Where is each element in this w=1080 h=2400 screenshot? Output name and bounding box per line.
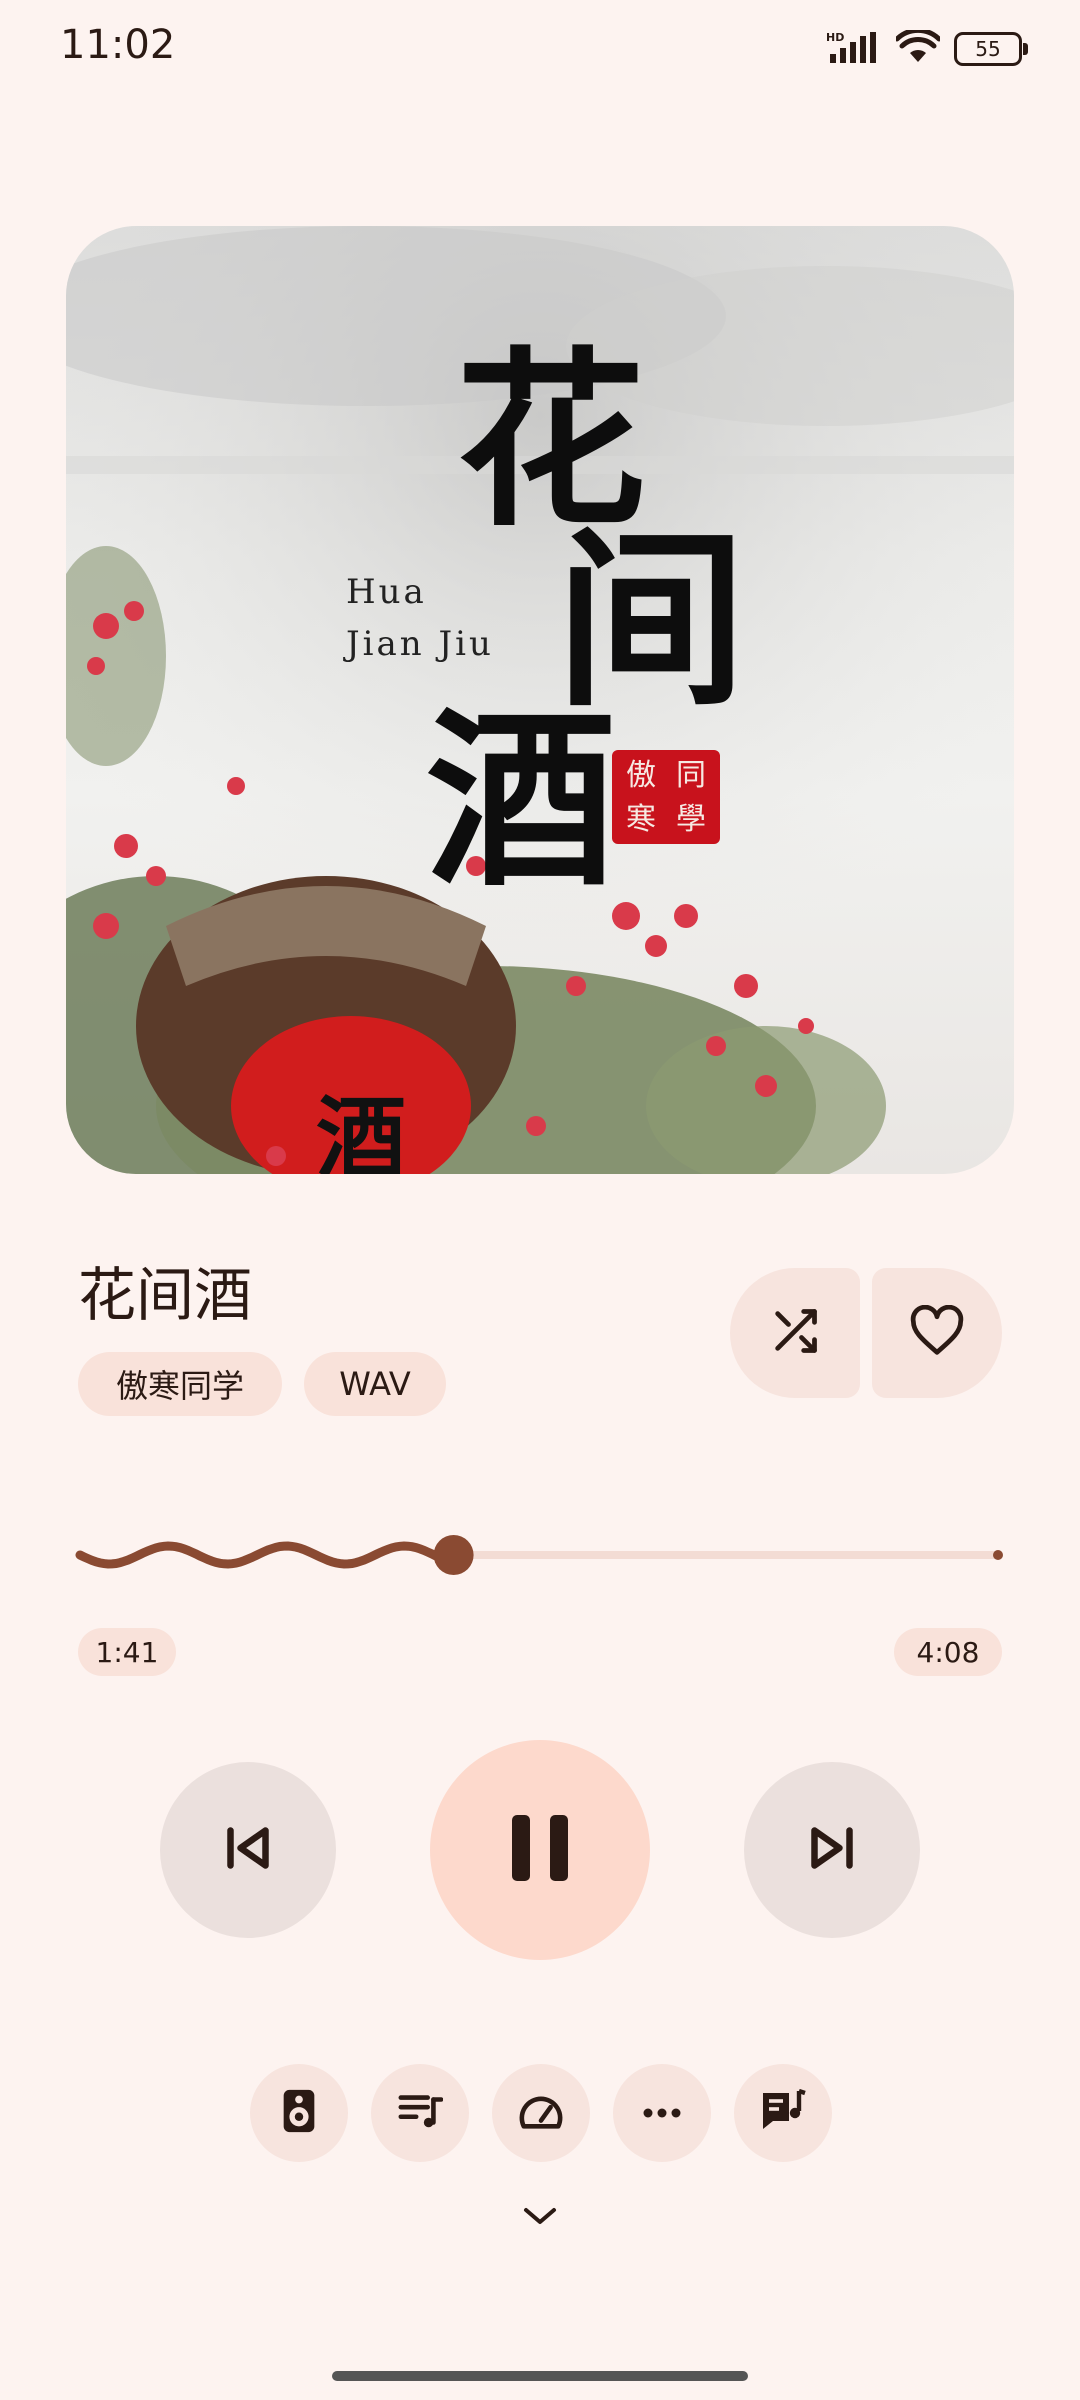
battery-level: 55 [975,37,1001,61]
jar-character: 酒 [316,1086,406,1174]
lyrics-icon [759,2088,807,2137]
skip-next-icon [802,1818,862,1882]
shuffle-icon [769,1305,821,1361]
total-duration: 4:08 [894,1628,1002,1676]
status-bar: 11:02 HD 55 [0,0,1080,100]
wifi-icon [894,27,942,68]
heart-icon [908,1304,966,1361]
favorite-button[interactable] [872,1268,1002,1398]
elapsed-time: 1:41 [78,1628,176,1676]
playback-speed-button[interactable] [492,2064,590,2162]
status-icons: HD 55 [826,27,1028,68]
next-button[interactable] [744,1762,920,1938]
progress-thumb [433,1535,474,1575]
calligraphy-char-2: 间 [556,509,747,732]
pause-icon [508,1813,572,1887]
status-time: 11:02 [60,22,176,68]
playback-progress-slider[interactable] [72,1520,1012,1590]
network-label: HD [826,31,844,44]
previous-button[interactable] [160,1762,336,1938]
speaker-icon [279,2088,319,2138]
artist-seal: 傲 同 寒 學 [612,750,720,844]
home-indicator[interactable] [332,2371,748,2381]
song-title: 花间酒 [78,1261,253,1329]
seal-char-3: 寒 [626,802,656,837]
pause-button[interactable] [430,1740,650,1960]
audio-output-button[interactable] [250,2064,348,2162]
seal-char-4: 學 [676,802,706,837]
progress-elapsed [75,1541,457,1569]
progress-track [75,1535,1003,1575]
playlist-icon [397,2091,444,2135]
skip-previous-icon [218,1818,278,1882]
progress-end-dot [993,1550,1003,1560]
more-options-button[interactable] [613,2064,711,2162]
seal-char-1: 傲 [626,758,656,793]
hd-signal-icon: HD [826,30,882,68]
album-art: Hua Jian Jiu 花 间 酒 傲 同 寒 學 酒 [66,226,1014,1174]
more-icon [642,2104,682,2123]
seal-char-2: 同 [676,758,706,793]
battery-icon: 55 [954,32,1028,66]
format-chip: WAV [304,1352,446,1416]
calligraphy-char-3: 酒 [426,689,617,912]
album-latin-line1: Hua [346,572,427,612]
album-latin-line2: Jian Jiu [346,624,494,664]
playlist-button[interactable] [371,2064,469,2162]
chevron-down-icon [522,2205,558,2231]
calligraphy-char-1: 花 [456,329,647,552]
album-latin-title: Hua Jian Jiu [346,566,494,670]
collapse-button[interactable] [516,2200,564,2236]
lyrics-button[interactable] [734,2064,832,2162]
shuffle-button[interactable] [730,1268,860,1398]
artist-chip[interactable]: 傲寒同学 [78,1352,282,1416]
speed-icon [518,2091,564,2135]
